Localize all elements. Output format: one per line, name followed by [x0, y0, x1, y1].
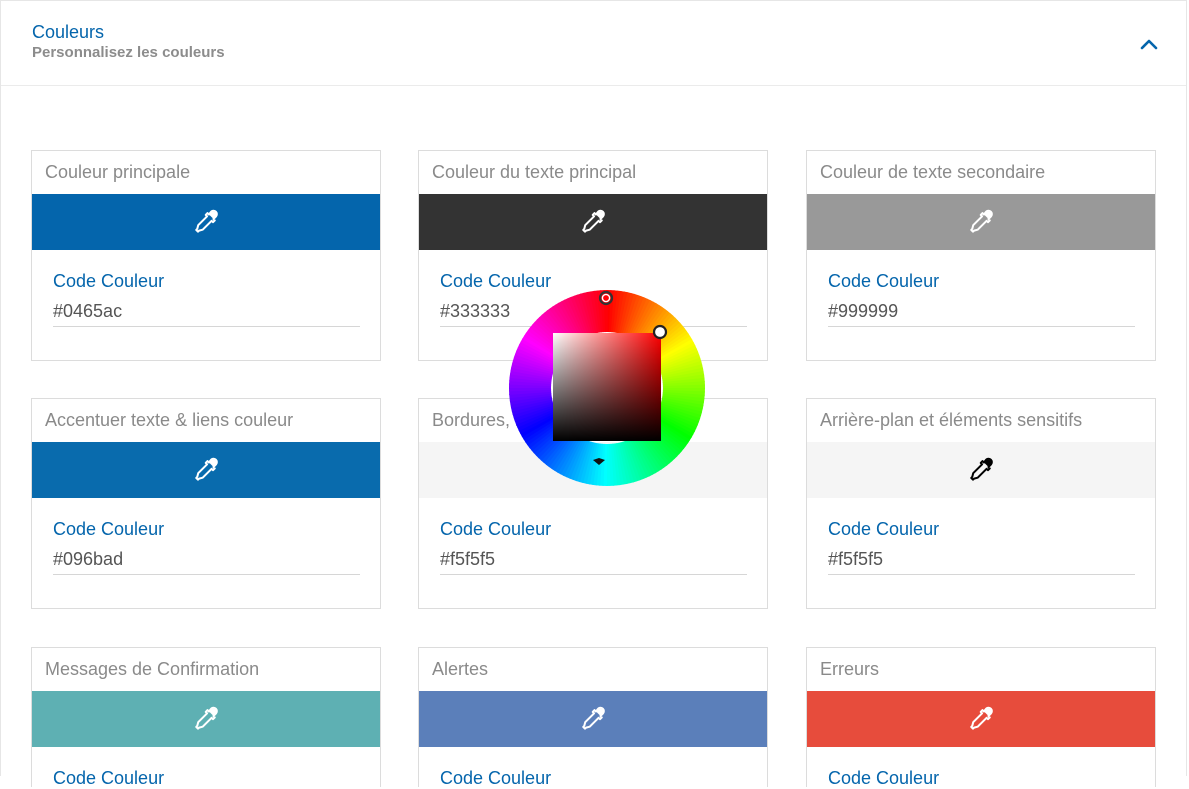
color-code-input[interactable] — [828, 545, 1135, 575]
color-card: Couleur principale Code Couleur — [31, 150, 381, 361]
color-swatch[interactable] — [32, 691, 380, 747]
saturation-handle[interactable] — [652, 324, 668, 340]
code-label: Code Couleur — [828, 768, 940, 788]
color-code-input[interactable] — [828, 297, 1135, 327]
color-card-title: Erreurs — [820, 659, 880, 679]
code-label: Code Couleur — [440, 519, 552, 539]
eyedropper-icon — [970, 706, 993, 730]
panel-header[interactable]: Couleurs Personnalisez les couleurs — [1, 1, 1186, 86]
color-swatch[interactable] — [807, 442, 1155, 498]
code-label: Code Couleur — [828, 519, 940, 539]
eyedropper-icon — [582, 706, 605, 730]
color-card-title: Accentuer texte & liens couleur — [45, 410, 294, 430]
color-card: Accentuer texte & liens couleur Code Cou… — [31, 398, 381, 609]
code-label: Code Couleur — [53, 768, 165, 788]
chevron-up-icon — [1140, 39, 1158, 50]
color-card-title: Couleur du texte principal — [432, 162, 637, 182]
color-swatch[interactable] — [32, 442, 380, 498]
color-code-input[interactable] — [53, 545, 360, 575]
color-card: Arrière-plan et éléments sensitifs Code … — [806, 398, 1156, 609]
color-swatch[interactable] — [807, 194, 1155, 250]
eyedropper-icon — [970, 457, 993, 481]
color-card-title: Messages de Confirmation — [45, 659, 260, 679]
color-card-title: Couleur principale — [45, 162, 191, 182]
color-swatch[interactable] — [419, 691, 767, 747]
panel-title: Couleurs — [32, 22, 105, 42]
code-label: Code Couleur — [53, 519, 165, 539]
color-card-title: Couleur de texte secondaire — [820, 162, 1046, 182]
color-code-input[interactable] — [53, 297, 360, 327]
color-code-input[interactable] — [440, 545, 747, 575]
color-swatch[interactable] — [419, 194, 767, 250]
eyedropper-icon — [195, 209, 218, 233]
color-card-title: Arrière-plan et éléments sensitifs — [820, 410, 1083, 430]
color-wheel-icon[interactable] — [507, 288, 707, 488]
color-picker-popup[interactable] — [507, 288, 707, 488]
color-card: Alertes Code Couleur — [418, 647, 768, 788]
code-label: Code Couleur — [828, 271, 940, 291]
collapse-button[interactable] — [1135, 31, 1163, 57]
code-label: Code Couleur — [440, 768, 552, 788]
panel-subtitle: Personnalisez les couleurs — [32, 44, 225, 61]
eyedropper-icon — [970, 209, 993, 233]
color-card: Erreurs Code Couleur — [806, 647, 1156, 788]
eyedropper-icon — [582, 209, 605, 233]
eyedropper-icon — [195, 457, 218, 481]
color-swatch[interactable] — [32, 194, 380, 250]
color-card-title: Alertes — [432, 659, 489, 679]
color-swatch[interactable] — [807, 691, 1155, 747]
color-card: Couleur de texte secondaire Code Couleur — [806, 150, 1156, 361]
code-label: Code Couleur — [53, 271, 165, 291]
eyedropper-icon — [195, 706, 218, 730]
color-card: Messages de Confirmation Code Couleur — [31, 647, 381, 788]
